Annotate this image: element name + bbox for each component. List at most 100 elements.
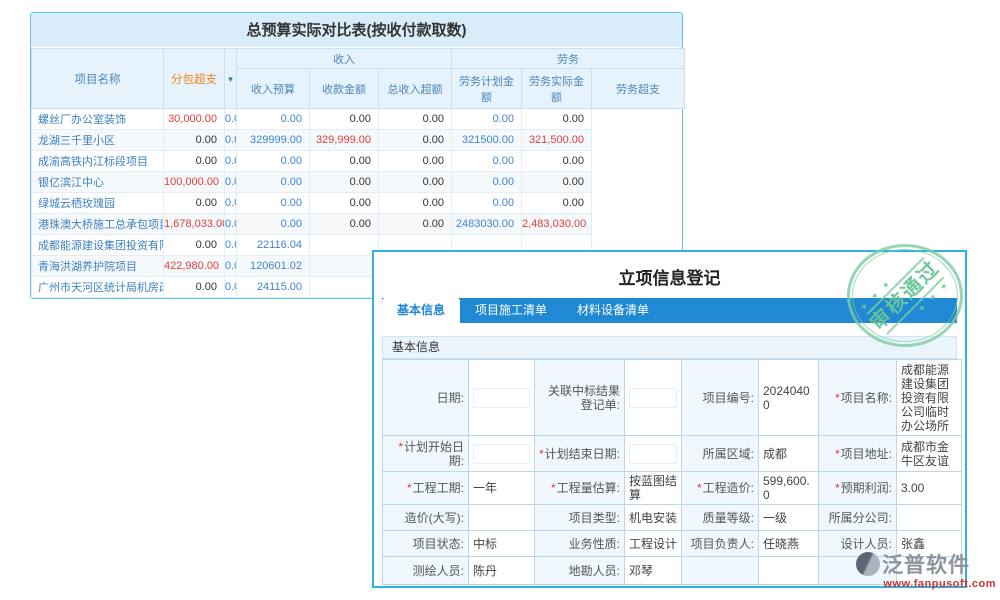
table-row[interactable]: 龙湖三千里小区0.000.00329999.00329,999.000.0032… bbox=[32, 130, 685, 151]
tab-材料设备清单[interactable]: 材料设备清单 bbox=[562, 298, 664, 323]
column-header[interactable]: 收入预算 bbox=[237, 69, 310, 109]
required-asterisk: * bbox=[697, 481, 702, 495]
project-name-link[interactable]: 螺丝厂办公室装饰 bbox=[32, 109, 164, 130]
column-header[interactable]: 劳务计划金额 bbox=[452, 69, 522, 109]
project-name-link[interactable]: 龙湖三千里小区 bbox=[32, 130, 164, 151]
field-value[interactable]: 3.00 bbox=[897, 472, 962, 505]
field-value[interactable] bbox=[469, 360, 535, 436]
amount-cell: 0.00 bbox=[225, 130, 237, 151]
field-value[interactable] bbox=[469, 436, 535, 472]
field-label: 项目负责人: bbox=[682, 531, 759, 557]
field-value[interactable]: 成都能源建设集团投资有限公司临时办公场所 bbox=[897, 360, 962, 436]
column-header-project[interactable]: 项目名称 bbox=[32, 49, 164, 109]
vendor-name: 泛普软件 bbox=[882, 549, 970, 579]
field-label: 日期: bbox=[383, 360, 469, 436]
amount-cell: 0.00 bbox=[522, 151, 592, 172]
project-name-link[interactable]: 银亿滨江中心 bbox=[32, 172, 164, 193]
project-name-link[interactable]: 广州市天河区统计局机房改造 bbox=[32, 277, 164, 298]
table-row[interactable]: 绿城云栖玫瑰园0.000.000.000.000.000.000.00 bbox=[32, 193, 685, 214]
field-value[interactable] bbox=[897, 505, 962, 531]
field-value[interactable]: 20240400 bbox=[759, 360, 819, 436]
amount-cell bbox=[310, 256, 379, 277]
project-registration-window: 立项信息登记 基本信息项目施工清单材料设备清单 基本信息 日期:关联中标结果登记… bbox=[372, 250, 967, 588]
column-header[interactable]: 劳务超支 bbox=[592, 69, 685, 109]
field-label: *项目名称: bbox=[819, 360, 897, 436]
field-value[interactable]: 599,600.0 bbox=[759, 472, 819, 505]
project-name-link[interactable]: 绿城云栖玫瑰园 bbox=[32, 193, 164, 214]
project-name-link[interactable]: 成渝高铁内江标段项目 bbox=[32, 151, 164, 172]
text-input[interactable] bbox=[473, 388, 530, 408]
field-value[interactable]: 中标 bbox=[469, 531, 535, 557]
field-value[interactable]: 一年 bbox=[469, 472, 535, 505]
field-value[interactable]: 按蓝图结算 bbox=[625, 472, 682, 505]
amount-cell: 0.00 bbox=[164, 151, 225, 172]
field-label: *计划开始日期: bbox=[383, 436, 469, 472]
amount-cell: 0.00 bbox=[452, 109, 522, 130]
field-value[interactable] bbox=[759, 557, 819, 585]
table-row[interactable]: 港珠澳大桥施工总承包项目1,678,033.000.000.000.000.00… bbox=[32, 214, 685, 235]
amount-cell: 0.00 bbox=[379, 151, 452, 172]
field-value[interactable] bbox=[625, 436, 682, 472]
amount-cell: 0.00 bbox=[379, 193, 452, 214]
field-value[interactable]: 工程设计 bbox=[625, 531, 682, 557]
field-label: *计划结束日期: bbox=[535, 436, 625, 472]
column-group-labor: 劳务 bbox=[452, 49, 685, 69]
budget-window-title: 总预算实际对比表(按收付款取数) bbox=[31, 13, 682, 48]
field-value[interactable] bbox=[625, 360, 682, 436]
form-row: 造价(大写):项目类型:机电安装质量等级:一级所属分公司: bbox=[383, 505, 962, 531]
amount-cell: 22116.04 bbox=[237, 235, 310, 256]
required-asterisk: * bbox=[835, 447, 840, 461]
column-header-subcontract-overrun[interactable]: 分包超支 bbox=[164, 49, 225, 109]
amount-cell: 120601.02 bbox=[237, 256, 310, 277]
amount-cell: 0.00 bbox=[452, 172, 522, 193]
field-value[interactable] bbox=[469, 505, 535, 531]
project-name-link[interactable]: 港珠澳大桥施工总承包项目 bbox=[32, 214, 164, 235]
field-label bbox=[682, 557, 759, 585]
amount-cell: 24115.00 bbox=[237, 277, 310, 298]
text-input[interactable] bbox=[473, 444, 530, 464]
amount-cell: 422,980.00 bbox=[164, 256, 225, 277]
amount-cell: 0.00 bbox=[310, 151, 379, 172]
field-label: 质量等级: bbox=[682, 505, 759, 531]
table-row[interactable]: 成渝高铁内江标段项目0.000.000.000.000.000.000.00 bbox=[32, 151, 685, 172]
amount-cell: 0.00 bbox=[310, 109, 379, 130]
amount-cell: 329,999.00 bbox=[310, 130, 379, 151]
column-header[interactable]: 劳务实际金额 bbox=[522, 69, 592, 109]
amount-cell: 0.00 bbox=[225, 193, 237, 214]
amount-cell: 0.00 bbox=[164, 277, 225, 298]
amount-cell: 0.00 bbox=[225, 256, 237, 277]
column-header[interactable]: 总收入超额 bbox=[379, 69, 452, 109]
text-input[interactable] bbox=[629, 388, 677, 408]
sort-dropdown-button[interactable]: ▼ bbox=[225, 49, 237, 109]
amount-cell: 0.00 bbox=[379, 109, 452, 130]
column-header[interactable]: 收款金额 bbox=[310, 69, 379, 109]
amount-cell: 0.00 bbox=[164, 235, 225, 256]
field-value[interactable]: 一级 bbox=[759, 505, 819, 531]
field-value[interactable]: 成都市金牛区友谊 bbox=[897, 436, 962, 472]
project-name-link[interactable]: 成都能源建设集团投资有限公司 bbox=[32, 235, 164, 256]
amount-cell: 1,678,033.00 bbox=[164, 214, 225, 235]
form-row: 日期:关联中标结果登记单:项目编号:20240400*项目名称:成都能源建设集团… bbox=[383, 360, 962, 436]
project-name-link[interactable]: 青海洪湖养护院项目 bbox=[32, 256, 164, 277]
table-row[interactable]: 银亿滨江中心100,000.000.000.000.000.000.000.00 bbox=[32, 172, 685, 193]
field-value[interactable]: 任晓燕 bbox=[759, 531, 819, 557]
amount-cell: 0.00 bbox=[522, 172, 592, 193]
amount-cell: 0.00 bbox=[379, 214, 452, 235]
amount-cell: 0.00 bbox=[164, 193, 225, 214]
field-label: *工程量估算: bbox=[535, 472, 625, 505]
amount-cell: 0.00 bbox=[237, 151, 310, 172]
field-value[interactable]: 陈丹 bbox=[469, 557, 535, 585]
tab-基本信息[interactable]: 基本信息 bbox=[382, 298, 460, 323]
field-value[interactable]: 邓琴 bbox=[625, 557, 682, 585]
required-asterisk: * bbox=[835, 391, 840, 405]
fanpu-logo-icon bbox=[856, 552, 880, 576]
tab-项目施工清单[interactable]: 项目施工清单 bbox=[460, 298, 562, 323]
field-value[interactable]: 成都 bbox=[759, 436, 819, 472]
text-input[interactable] bbox=[629, 444, 677, 464]
required-asterisk: * bbox=[539, 447, 544, 461]
amount-cell: 2,483,030.00 bbox=[522, 214, 592, 235]
amount-cell: 0.00 bbox=[225, 172, 237, 193]
table-row[interactable]: 螺丝厂办公室装饰30,000.000.000.000.000.000.000.0… bbox=[32, 109, 685, 130]
amount-cell: 0.00 bbox=[310, 214, 379, 235]
field-value[interactable]: 机电安装 bbox=[625, 505, 682, 531]
